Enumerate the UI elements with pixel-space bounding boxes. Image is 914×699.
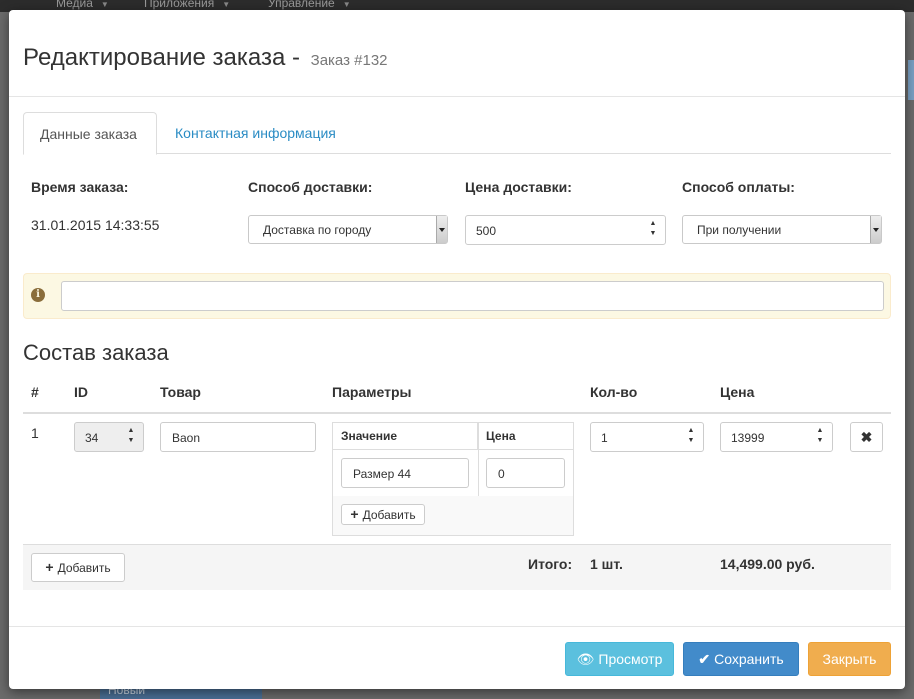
edit-order-modal: Редактирование заказа - Заказ #132 Данны… [9,10,905,689]
quantity-value: 1 [601,431,608,445]
spinner-arrows-icon[interactable]: ▲ ▼ [649,219,657,239]
table-header-divider [23,412,891,414]
modal-header: Редактирование заказа - Заказ #132 [9,10,905,97]
column-header-id: ID [74,384,88,400]
preview-button[interactable]: 👁 Просмотр [565,642,674,676]
spinner-arrows-icon[interactable]: ▲ ▼ [127,426,135,446]
eye-icon: 👁 [576,651,595,667]
tab-contact-info[interactable]: Контактная информация [159,112,352,154]
params-table: Значение Цена Размер 44 0 + Добавить [332,422,574,536]
item-price-value: 13999 [731,431,765,445]
order-items-title: Состав заказа [23,340,169,365]
params-add-row: + Добавить [333,496,573,535]
spinner-arrows-icon[interactable]: ▲ ▼ [816,426,824,446]
modal-footer-divider [9,626,905,627]
plus-icon: + [350,506,359,522]
plus-icon: + [45,559,54,575]
comment-input[interactable] [61,281,884,311]
delivery-method-label: Способ доставки: [248,179,373,195]
preview-label: Просмотр [598,651,663,667]
delivery-method-value: Доставка по городу [263,223,372,237]
chevron-down-icon [436,216,447,243]
row-number: 1 [31,425,39,441]
info-icon: i [31,288,45,302]
column-header-qty: Кол-во [590,384,638,400]
total-sum: 14,499.00 руб. [720,556,815,572]
comment-alert: i [23,273,891,319]
delivery-method-select[interactable]: Доставка по городу [248,215,448,244]
add-param-label: Добавить [362,508,416,522]
tab-order-data[interactable]: Данные заказа [23,112,157,155]
close-button[interactable]: Закрыть [808,642,891,676]
delivery-price-input[interactable]: 500 ▲ ▼ [465,215,666,245]
column-header-price: Цена [720,384,755,400]
modal-title: Редактирование заказа - Заказ #132 [23,44,905,72]
add-param-button[interactable]: + Добавить [341,504,425,525]
params-divider [333,449,573,450]
totals-row: + Добавить Итого: 1 шт. 14,499.00 руб. [23,544,891,590]
param-price-input[interactable]: 0 [486,458,565,488]
params-header-price: Цена [486,429,516,443]
params-column-divider [478,423,479,496]
remove-icon: ✖ [860,429,873,445]
background-strip [908,60,914,100]
tab-bar: Данные заказа Контактная информация [23,112,891,155]
total-quantity: 1 шт. [590,556,623,572]
column-header-product: Товар [160,384,201,400]
order-time-label: Время заказа: [31,179,129,195]
param-value-input[interactable]: Размер 44 [341,458,469,488]
column-header-params: Параметры [332,384,412,400]
payment-method-label: Способ оплаты: [682,179,795,195]
order-time-value: 31.01.2015 14:33:55 [31,217,160,233]
chevron-down-icon [870,216,881,243]
delivery-price-value: 500 [476,224,497,238]
add-item-label: Добавить [57,561,111,575]
quantity-input[interactable]: 1 ▲ ▼ [590,422,704,452]
save-label: Сохранить [714,651,784,667]
nav-item-apps: Приложения ▼ [144,0,231,10]
product-id-input[interactable]: 34 ▲ ▼ [74,422,144,452]
delivery-price-label: Цена доставки: [465,179,572,195]
nav-item-media: Медиа ▼ [56,0,109,10]
total-label: Итого: [528,556,573,572]
product-id-value: 34 [85,431,99,445]
remove-item-button[interactable]: ✖ [850,422,883,452]
payment-method-select[interactable]: При получении [682,215,882,244]
save-button[interactable]: ✔ Сохранить [683,642,799,676]
payment-method-value: При получении [697,223,782,237]
column-header-num: # [31,384,39,400]
add-item-button[interactable]: + Добавить [31,553,125,582]
params-header-value: Значение [333,423,478,449]
spinner-arrows-icon[interactable]: ▲ ▼ [687,426,695,446]
product-name-input[interactable]: Baon [160,422,316,452]
item-price-input[interactable]: 13999 ▲ ▼ [720,422,833,452]
nav-item-admin: Управление ▼ [268,0,351,10]
order-number: Заказ #132 [310,52,388,69]
check-icon: ✔ [698,651,711,667]
modal-title-text: Редактирование заказа - [23,44,300,71]
